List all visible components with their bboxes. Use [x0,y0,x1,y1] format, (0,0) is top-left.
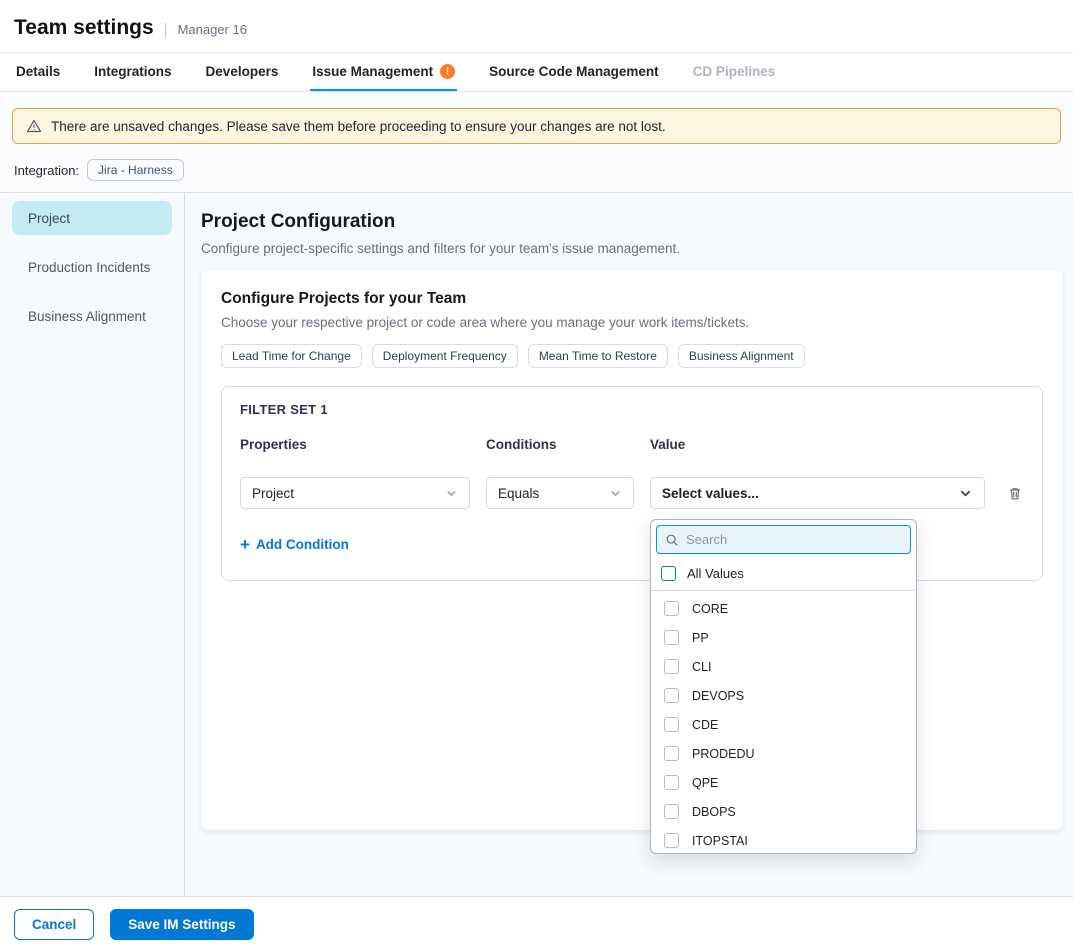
properties-select[interactable]: Project [240,477,470,509]
team-settings-page: Team settings | Manager 16 Details Integ… [0,0,1073,951]
page-header: Team settings | Manager 16 [0,0,1073,52]
checkbox[interactable] [664,775,679,790]
value-multiselect[interactable]: Select values... [650,477,985,509]
filter-set-1: FILTER SET 1 Properties Conditions Value… [221,386,1043,581]
settings-sidebar: Project Production Incidents Business Al… [0,193,185,896]
tab-source-code-management[interactable]: Source Code Management [487,53,661,91]
option-core[interactable]: CORE [651,594,916,623]
properties-column-header: Properties [240,437,470,452]
value-column-header: Value [650,437,985,452]
add-condition-button[interactable]: + Add Condition [240,536,349,553]
checkbox[interactable] [664,659,679,674]
properties-selected-value: Project [252,486,294,501]
plus-icon: + [240,536,250,553]
section-subtitle: Configure project-specific settings and … [201,241,1063,256]
integration-chip-jira-harness[interactable]: Jira - Harness [87,159,184,181]
integration-label: Integration: [14,163,79,178]
option-pp[interactable]: PP [651,623,916,652]
chevron-down-icon [958,486,973,501]
unsaved-changes-banner: There are unsaved changes. Please save t… [12,108,1061,144]
settings-tabbar: Details Integrations Developers Issue Ma… [0,52,1073,92]
sidebar-item-production-incidents[interactable]: Production Incidents [12,250,172,284]
metric-chips-row: Lead Time for Change Deployment Frequenc… [221,344,1043,368]
sidebar-item-project[interactable]: Project [12,201,172,235]
banner-text: There are unsaved changes. Please save t… [51,119,666,134]
team-name-label: Manager 16 [178,22,247,37]
option-prodedu[interactable]: PRODEDU [651,739,916,768]
main-panel: Project Configuration Configure project-… [185,193,1073,896]
dropdown-options-list[interactable]: CORE PP CLI DEVOPS CDE PRODEDU QPE DBOPS… [651,591,916,854]
title-divider: | [164,21,168,38]
tab-issue-management[interactable]: Issue Management ! [310,53,457,91]
filter-column-headers: Properties Conditions Value [240,437,1024,452]
option-cde[interactable]: CDE [651,710,916,739]
card-subtitle: Choose your respective project or code a… [221,315,1043,330]
cancel-button[interactable]: Cancel [14,909,94,940]
section-title: Project Configuration [201,211,1063,233]
tab-cd-pipelines: CD Pipelines [691,53,778,91]
filter-set-title: FILTER SET 1 [240,402,1024,417]
search-icon [665,533,679,547]
sidebar-item-business-alignment[interactable]: Business Alignment [12,299,172,333]
dropdown-search-box [656,525,911,554]
conditions-selected-value: Equals [498,486,539,501]
warning-triangle-icon [26,118,42,134]
chip-lead-time-for-change[interactable]: Lead Time for Change [221,344,362,368]
checkbox[interactable] [664,804,679,819]
tab-developers[interactable]: Developers [204,53,281,91]
chip-deployment-frequency[interactable]: Deployment Frequency [372,344,518,368]
save-im-settings-button[interactable]: Save IM Settings [110,909,253,940]
search-input[interactable] [686,532,902,547]
option-qpe[interactable]: QPE [651,768,916,797]
tab-integrations[interactable]: Integrations [92,53,173,91]
chip-mean-time-to-restore[interactable]: Mean Time to Restore [528,344,668,368]
value-dropdown-panel: All Values CORE PP CLI DEVOPS CDE PRODED… [650,519,917,854]
content-area: Project Production Incidents Business Al… [0,192,1073,896]
chevron-down-icon [609,487,622,500]
option-all-values[interactable]: All Values [651,559,916,591]
option-cli[interactable]: CLI [651,652,916,681]
option-dbops[interactable]: DBOPS [651,797,916,826]
integration-row: Integration: Jira - Harness [14,159,1059,181]
option-devops[interactable]: DEVOPS [651,681,916,710]
checkbox-all-values[interactable] [661,566,676,581]
delete-condition-button[interactable] [1001,479,1029,507]
chip-business-alignment[interactable]: Business Alignment [678,344,805,368]
chevron-down-icon [445,487,458,500]
conditions-column-header: Conditions [486,437,634,452]
page-title: Team settings [14,16,154,40]
filter-condition-row: Project Equals [240,477,1024,509]
checkbox[interactable] [664,601,679,616]
unsaved-alert-badge-icon: ! [440,64,455,79]
value-placeholder: Select values... [662,486,759,501]
trash-icon [1007,485,1023,502]
checkbox[interactable] [664,630,679,645]
card-title: Configure Projects for your Team [221,290,1043,308]
action-footer: Cancel Save IM Settings [0,896,1073,951]
checkbox[interactable] [664,688,679,703]
checkbox[interactable] [664,717,679,732]
checkbox[interactable] [664,833,679,848]
conditions-select[interactable]: Equals [486,477,634,509]
notice-section: There are unsaved changes. Please save t… [0,92,1073,192]
configure-projects-card: Configure Projects for your Team Choose … [201,270,1063,830]
tab-details[interactable]: Details [14,53,62,91]
option-itopstai[interactable]: ITOPSTAI [651,826,916,854]
checkbox[interactable] [664,746,679,761]
